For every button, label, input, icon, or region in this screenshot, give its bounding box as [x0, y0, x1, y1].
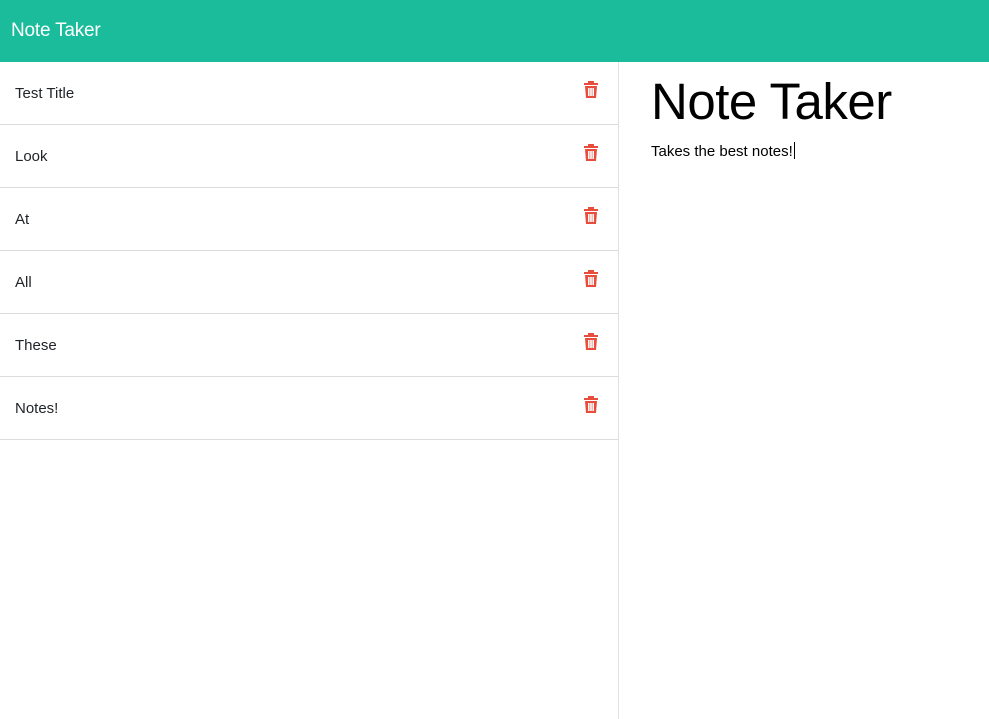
trash-icon[interactable]: [583, 143, 599, 162]
note-item-title: Look: [15, 148, 48, 165]
text-cursor: [793, 142, 795, 159]
list-item[interactable]: At: [0, 188, 618, 251]
navbar: Note Taker: [0, 0, 989, 62]
trash-icon[interactable]: [583, 206, 599, 225]
list-item[interactable]: Test Title: [0, 62, 618, 125]
trash-icon[interactable]: [583, 395, 599, 414]
note-text-area[interactable]: Takes the best notes!: [651, 142, 795, 160]
note-list: Test Title Look At All These Notes!: [0, 62, 618, 440]
list-item[interactable]: All: [0, 251, 618, 314]
list-item[interactable]: These: [0, 314, 618, 377]
trash-icon[interactable]: [583, 80, 599, 99]
note-item-title: These: [15, 337, 57, 354]
note-list-pane: Test Title Look At All These Notes!: [0, 62, 619, 719]
list-item[interactable]: Notes!: [0, 377, 618, 440]
note-text-content: Takes the best notes!: [651, 143, 793, 160]
note-title-input[interactable]: Note Taker: [651, 72, 892, 131]
note-item-title: Test Title: [15, 85, 75, 102]
note-editor-pane: Note Taker Takes the best notes!: [619, 62, 989, 719]
app-brand-link[interactable]: Note Taker: [11, 20, 101, 42]
note-item-title: All: [15, 274, 32, 291]
note-item-title: At: [15, 211, 30, 228]
trash-icon[interactable]: [583, 269, 599, 288]
trash-icon[interactable]: [583, 332, 599, 351]
list-item[interactable]: Look: [0, 125, 618, 188]
note-item-title: Notes!: [15, 400, 59, 417]
